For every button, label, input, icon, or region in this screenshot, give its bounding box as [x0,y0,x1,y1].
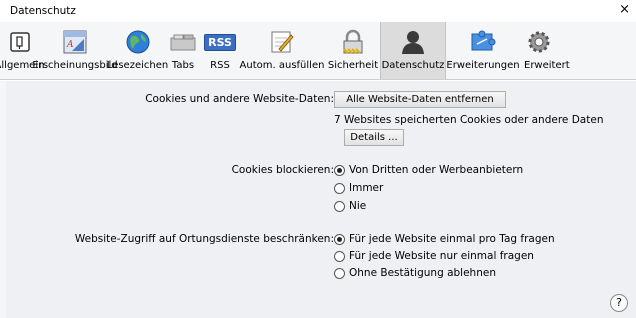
lock-icon [338,27,368,57]
radio-button[interactable] [334,233,345,245]
tab-label: Sicherheit [327,60,379,71]
title-bar: Datenschutz × [0,0,636,22]
tab-lesezeichen[interactable]: Lesezeichen [107,22,168,79]
radio-button[interactable] [334,164,345,176]
tab-label: Lesezeichen [106,60,169,71]
radio-location-deny[interactable]: Ohne Bestätigung ablehnen [334,267,496,279]
details-button[interactable]: Details ... [344,129,404,146]
appearance-icon: A [60,27,90,57]
radio-block-third-party[interactable]: Von Dritten oder Werbeanbietern [334,164,523,176]
tab-erscheinungsbild[interactable]: A Erscheinungsbild [32,22,118,79]
tab-rss[interactable]: RSS RSS [202,22,238,79]
radio-label: Von Dritten oder Werbeanbietern [349,164,524,176]
radio-block-never[interactable]: Nie [334,200,366,212]
radio-location-daily[interactable]: Für jede Website einmal pro Tag fragen [334,233,555,245]
cookies-info-text: 7 Websites speicherten Cookies oder ande… [334,114,604,126]
block-cookies-label: Cookies blockieren: [231,164,334,176]
tab-tabs[interactable]: Tabs [164,22,202,79]
radio-label: Immer [349,182,384,194]
radio-label: Nie [349,200,367,212]
tab-label: Erweitert [524,60,570,71]
tab-label: Datenschutz [381,60,445,71]
tab-label: Erweiterungen [446,60,520,71]
radio-label: Für jede Website nur einmal fragen [349,250,534,262]
person-icon [398,27,428,57]
preferences-toolbar: Allgemein A Erscheinungsbild Lesezeichen… [0,22,636,80]
window-title: Datenschutz [10,5,76,17]
radio-label: Für jede Website einmal pro Tag fragen [349,233,555,245]
radio-button[interactable] [334,182,345,194]
location-services-label: Website-Zugriff auf Ortungsdienste besch… [74,233,334,245]
close-icon[interactable]: × [619,2,630,18]
tab-erweiterungen[interactable]: Erweiterungen [446,22,520,79]
tab-erweitert[interactable]: Erweitert [520,22,636,79]
privacy-pane: Cookies und andere Website-Daten: Alle W… [0,81,636,318]
tab-label: Erscheinungsbild [32,60,118,71]
cookies-label: Cookies und andere Website-Daten: [145,93,334,105]
gear-icon [524,27,554,57]
rss-icon: RSS [204,27,236,57]
radio-button[interactable] [334,200,345,212]
help-button[interactable]: ? [610,294,628,312]
radio-button[interactable] [334,250,345,262]
switch-icon [5,27,35,57]
radio-block-always[interactable]: Immer [334,182,383,194]
remove-all-website-data-button[interactable]: Alle Website-Daten entfernen [334,91,506,108]
tab-sicherheit[interactable]: Sicherheit [326,22,380,79]
tabs-icon [168,27,198,57]
radio-label: Ohne Bestätigung ablehnen [349,267,496,279]
tab-autom-ausfuellen[interactable]: Autom. ausfüllen [238,22,326,79]
tab-label: Autom. ausfüllen [239,60,325,71]
tab-label: RSS [210,60,230,71]
pencil-icon [267,27,297,57]
puzzle-icon [468,27,498,57]
globe-icon [123,27,153,57]
radio-button[interactable] [334,267,345,279]
radio-location-once[interactable]: Für jede Website nur einmal fragen [334,250,534,262]
tab-label: Tabs [171,60,195,71]
tab-datenschutz[interactable]: Datenschutz [380,22,446,79]
svg-text:A: A [66,40,74,50]
